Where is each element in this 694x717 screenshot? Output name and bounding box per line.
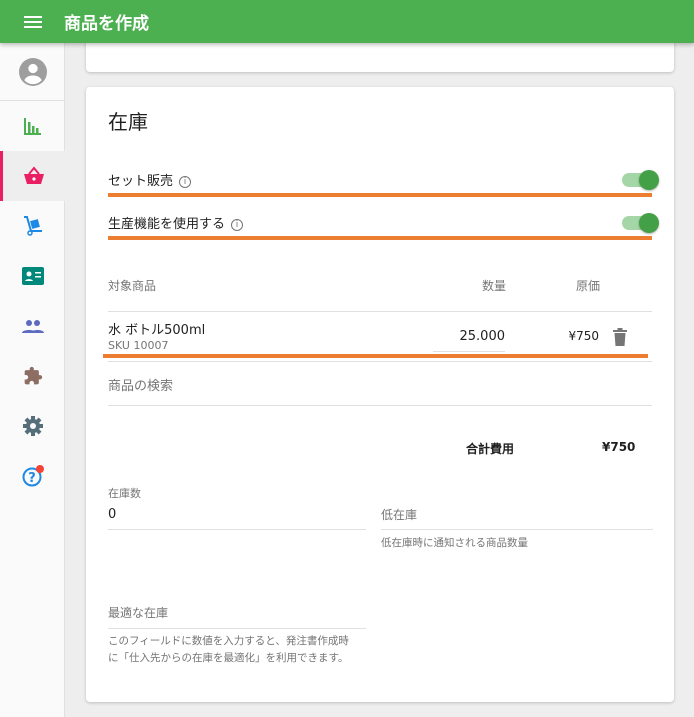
sidebar-item-analytics[interactable] xyxy=(0,101,65,151)
total-label: 合計費用 xyxy=(466,442,515,456)
set-sale-label: セット販売 i xyxy=(108,170,192,189)
stock-input[interactable]: 0 xyxy=(108,507,366,530)
optimal-stock-input[interactable]: 最適な在庫 xyxy=(108,604,366,629)
hand-truck-icon xyxy=(23,216,42,236)
sidebar-item-settings[interactable] xyxy=(0,401,65,451)
account-icon xyxy=(18,57,47,86)
sidebar-item-contacts[interactable] xyxy=(0,251,65,301)
trash-icon[interactable] xyxy=(613,328,627,346)
product-sku: SKU 10007 xyxy=(108,339,169,352)
divider xyxy=(108,405,652,406)
puzzle-icon xyxy=(24,366,42,385)
quantity-input[interactable]: 25.000 xyxy=(433,329,505,352)
avatar[interactable] xyxy=(0,43,65,101)
product-cost: ¥750 xyxy=(568,329,599,343)
product-name: 水 ボトル500ml xyxy=(108,323,206,338)
divider xyxy=(108,361,652,362)
section-title: 在庫 xyxy=(108,110,148,134)
highlight-bar xyxy=(103,354,648,358)
divider xyxy=(108,311,652,312)
info-icon[interactable]: i xyxy=(179,175,192,188)
header-quantity: 数量 xyxy=(482,279,507,293)
production-text: 生産機能を使用する xyxy=(108,217,226,232)
header-product: 対象商品 xyxy=(108,279,157,293)
contact-card-icon xyxy=(21,267,44,285)
sidebar: ? xyxy=(0,43,65,717)
low-stock-helper: 低在庫時に通知される商品数量 xyxy=(381,537,528,549)
highlight-bar xyxy=(108,193,652,197)
basket-icon xyxy=(24,166,44,184)
bar-chart-icon xyxy=(23,118,41,135)
sidebar-item-people[interactable] xyxy=(0,301,65,351)
set-sale-toggle[interactable] xyxy=(622,170,659,190)
sidebar-item-delivery[interactable] xyxy=(0,201,65,251)
optimal-helper-line1: このフィールドに数値を入力すると、発注書作成時 xyxy=(108,635,349,647)
set-sale-text: セット販売 xyxy=(108,174,174,189)
production-label: 生産機能を使用する i xyxy=(108,213,244,232)
sidebar-item-extensions[interactable] xyxy=(0,351,65,401)
sidebar-item-shop[interactable] xyxy=(0,151,65,201)
page-title: 商品を作成 xyxy=(64,14,149,34)
stock-label: 在庫数 xyxy=(108,487,141,500)
total-value: ¥750 xyxy=(602,440,636,454)
help-icon: ? xyxy=(22,465,44,487)
optimal-helper-line2: に「仕入先からの在庫を最適化」を利用できます。 xyxy=(108,652,349,664)
app-bar: 商品を作成 xyxy=(0,0,694,43)
low-stock-input[interactable]: 低在庫 xyxy=(381,506,653,530)
info-icon[interactable]: i xyxy=(231,218,244,231)
svg-text:?: ? xyxy=(28,471,36,486)
sidebar-item-help[interactable]: ? xyxy=(0,451,65,501)
gear-icon xyxy=(22,416,43,436)
people-icon xyxy=(21,320,44,333)
inventory-card: 在庫 セット販売 i 生産機能を使用する i 対象商品 数量 原価 水 ボトル500… xyxy=(86,87,674,702)
production-toggle[interactable] xyxy=(622,213,659,233)
header-cost: 原価 xyxy=(576,279,601,293)
menu-icon[interactable] xyxy=(24,13,42,31)
highlight-bar xyxy=(108,236,652,240)
product-search-input[interactable]: 商品の検索 xyxy=(108,375,173,394)
